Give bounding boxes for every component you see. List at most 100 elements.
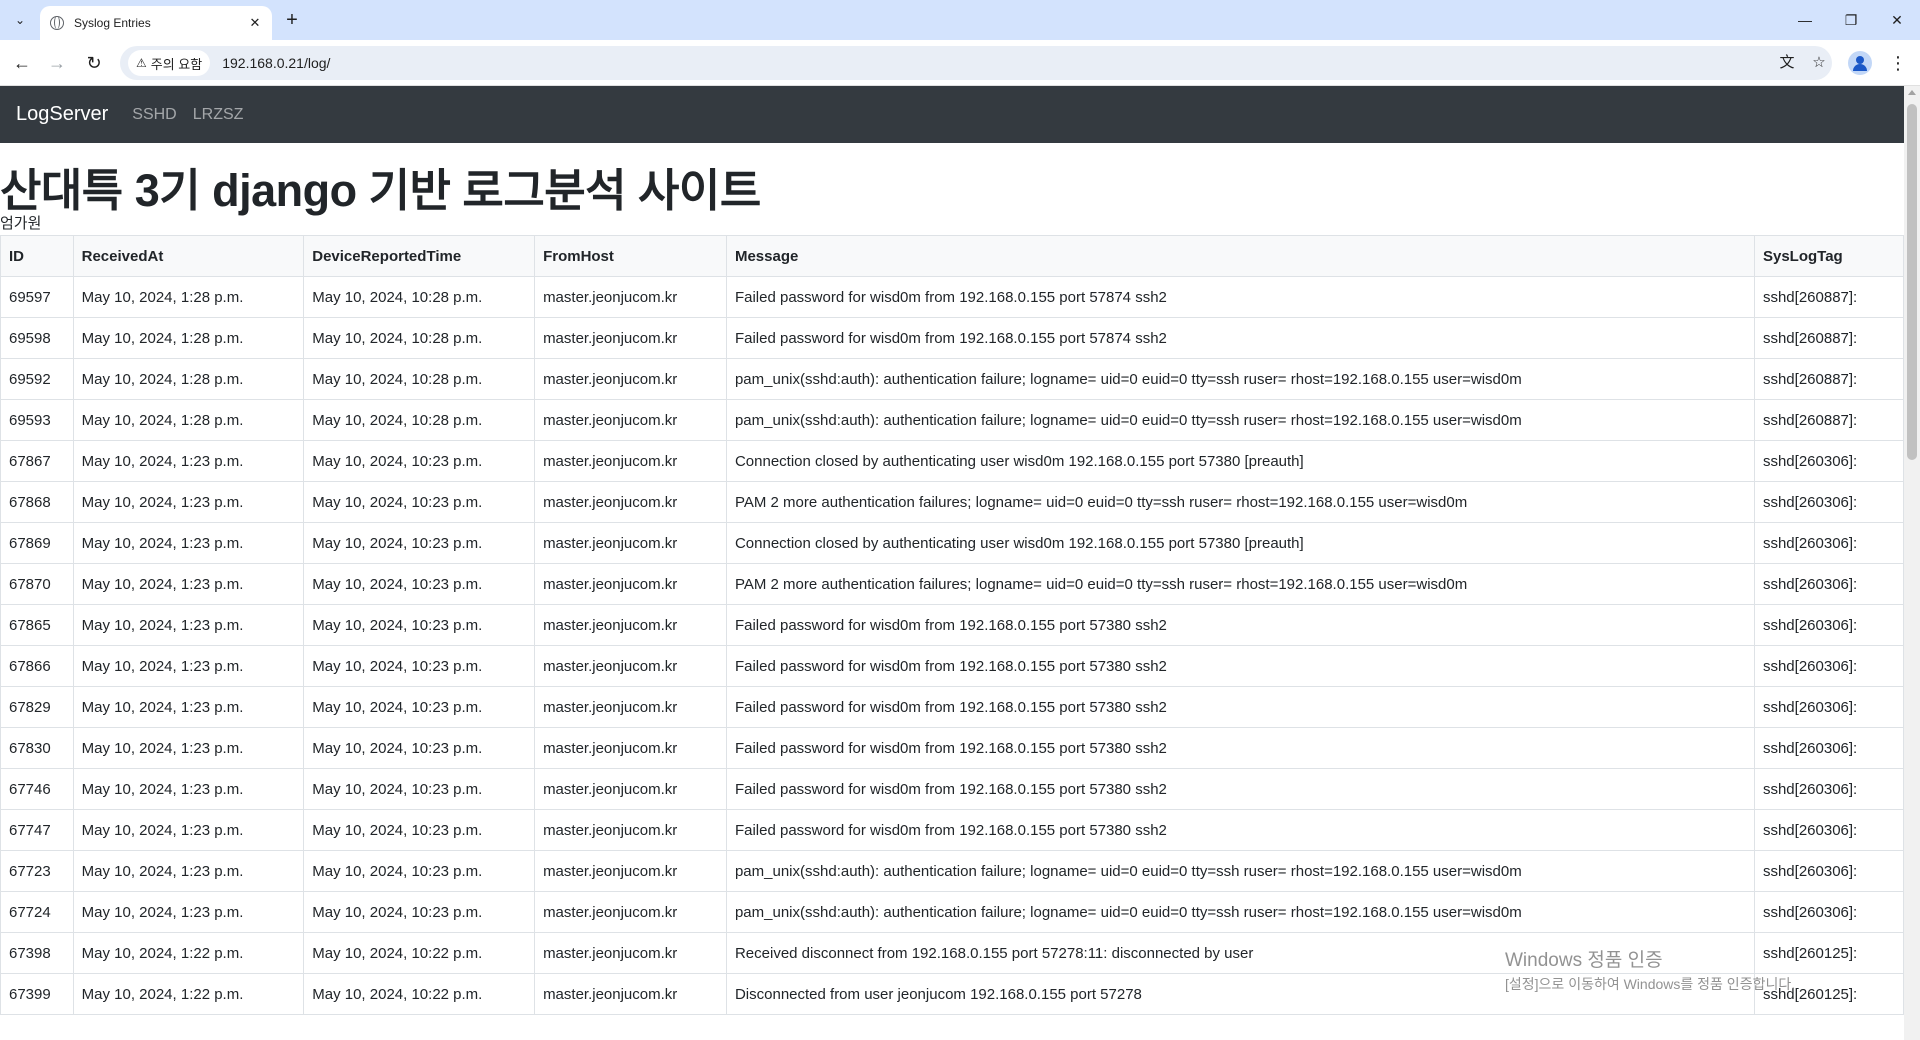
cell-syslog-tag: sshd[260306]: — [1753, 809, 1904, 851]
cell-syslog-tag: sshd[260306]: — [1753, 768, 1904, 810]
cell-received-at: May 10, 2024, 1:23 p.m. — [72, 850, 305, 892]
cell-received-at: May 10, 2024, 1:23 p.m. — [72, 563, 305, 605]
column-header-syslog-tag: SysLogTag — [1753, 235, 1904, 277]
nav-link-lrzsz[interactable]: LRZSZ — [193, 106, 244, 124]
cell-syslog-tag: sshd[260887]: — [1753, 317, 1904, 359]
browser-tabstrip: ⌄ Syslog Entries ✕ + — ❐ ✕ — [0, 0, 1920, 40]
cell-from-host: master.jeonjucom.kr — [534, 440, 727, 482]
warning-triangle-icon: ⚠ — [136, 56, 147, 70]
table-row: 67746 May 10, 2024, 1:23 p.m. May 10, 2024… — [0, 768, 1904, 810]
table-row: 67867 May 10, 2024, 1:23 p.m. May 10, 2024… — [0, 440, 1904, 482]
table-row: 67830 May 10, 2024, 1:23 p.m. May 10, 2024… — [0, 727, 1904, 769]
cell-syslog-tag: sshd[260306]: — [1753, 522, 1904, 564]
scrollbar-thumb[interactable] — [1907, 104, 1917, 460]
page-viewport: LogServer SSHD LRZSZ 산대특 3기 django 기반 로그… — [0, 86, 1904, 1040]
cell-device-reported-time: May 10, 2024, 10:23 p.m. — [303, 850, 536, 892]
cell-syslog-tag: sshd[260887]: — [1753, 358, 1904, 400]
cell-message: pam_unix(sshd:auth): authentication fail… — [725, 358, 1755, 400]
cell-received-at: May 10, 2024, 1:28 p.m. — [72, 358, 305, 400]
cell-from-host: master.jeonjucom.kr — [534, 891, 727, 933]
cell-id: 69598 — [0, 317, 74, 359]
cell-from-host: master.jeonjucom.kr — [534, 850, 727, 892]
address-bar[interactable]: ⚠ 주의 요함 192.168.0.21/log/ 文 ☆ — [120, 46, 1832, 80]
column-header-received-at: ReceivedAt — [72, 235, 305, 277]
cell-syslog-tag: sshd[260306]: — [1753, 645, 1904, 687]
navbar-brand[interactable]: LogServer — [16, 103, 108, 126]
cell-message: pam_unix(sshd:auth): authentication fail… — [725, 399, 1755, 441]
site-navbar: LogServer SSHD LRZSZ — [0, 86, 1904, 143]
cell-received-at: May 10, 2024, 1:28 p.m. — [72, 317, 305, 359]
table-row: 67866 May 10, 2024, 1:23 p.m. May 10, 2024… — [0, 645, 1904, 687]
cell-id: 69597 — [0, 276, 74, 318]
cell-device-reported-time: May 10, 2024, 10:23 p.m. — [303, 768, 536, 810]
cell-id: 67866 — [0, 645, 74, 687]
cell-from-host: master.jeonjucom.kr — [534, 358, 727, 400]
tab-search-chevron-icon[interactable]: ⌄ — [8, 8, 32, 32]
browser-tab-active[interactable]: Syslog Entries ✕ — [40, 6, 272, 40]
cell-syslog-tag: sshd[260306]: — [1753, 563, 1904, 605]
cell-device-reported-time: May 10, 2024, 10:23 p.m. — [303, 563, 536, 605]
cell-message: Failed password for wisd0m from 192.168.… — [725, 727, 1755, 769]
cell-syslog-tag: sshd[260887]: — [1753, 276, 1904, 318]
cell-id: 67829 — [0, 686, 74, 728]
cell-device-reported-time: May 10, 2024, 10:23 p.m. — [303, 891, 536, 933]
cell-device-reported-time: May 10, 2024, 10:23 p.m. — [303, 481, 536, 523]
tab-close-icon[interactable]: ✕ — [246, 14, 264, 32]
window-close-icon[interactable]: ✕ — [1874, 0, 1920, 40]
url-text[interactable]: 192.168.0.21/log/ — [222, 55, 330, 71]
cell-from-host: master.jeonjucom.kr — [534, 809, 727, 851]
cell-device-reported-time: May 10, 2024, 10:28 p.m. — [303, 399, 536, 441]
forward-arrow-icon[interactable]: → — [43, 49, 71, 77]
page-scrollbar[interactable] — [1904, 86, 1920, 1040]
scroll-up-arrow-icon[interactable] — [1908, 90, 1916, 95]
table-row: 67723 May 10, 2024, 1:23 p.m. May 10, 2024… — [0, 850, 1904, 892]
security-label: 주의 요함 — [150, 56, 203, 72]
cell-received-at: May 10, 2024, 1:28 p.m. — [72, 276, 305, 318]
cell-device-reported-time: May 10, 2024, 10:23 p.m. — [303, 645, 536, 687]
bookmark-star-icon[interactable]: ☆ — [1808, 52, 1830, 74]
cell-id: 67869 — [0, 522, 74, 564]
cell-message: Failed password for wisd0m from 192.168.… — [725, 645, 1755, 687]
cell-message: Failed password for wisd0m from 192.168.… — [725, 276, 1755, 318]
cell-syslog-tag: sshd[260306]: — [1753, 440, 1904, 482]
cell-id: 69593 — [0, 399, 74, 441]
browser-toolbar: ← → ↻ ⚠ 주의 요함 192.168.0.21/log/ 文 ☆ ⋮ — [0, 40, 1920, 86]
cell-from-host: master.jeonjucom.kr — [534, 317, 727, 359]
cell-from-host: master.jeonjucom.kr — [534, 768, 727, 810]
cell-from-host: master.jeonjucom.kr — [534, 645, 727, 687]
cell-from-host: master.jeonjucom.kr — [534, 604, 727, 646]
restore-icon[interactable]: ❐ — [1828, 0, 1874, 40]
table-row: 69597 May 10, 2024, 1:28 p.m. May 10, 2024… — [0, 276, 1904, 318]
cell-received-at: May 10, 2024, 1:23 p.m. — [72, 440, 305, 482]
cell-device-reported-time: May 10, 2024, 10:23 p.m. — [303, 440, 536, 482]
back-arrow-icon[interactable]: ← — [8, 49, 36, 77]
cell-message: Connection closed by authenticating user… — [725, 522, 1755, 564]
profile-avatar-icon[interactable] — [1848, 51, 1872, 75]
security-warning-chip[interactable]: ⚠ 주의 요함 — [128, 50, 211, 76]
cell-message: Failed password for wisd0m from 192.168.… — [725, 604, 1755, 646]
cell-received-at: May 10, 2024, 1:22 p.m. — [72, 973, 305, 1015]
table-row: 67399 May 10, 2024, 1:22 p.m. May 10, 2024… — [0, 973, 1904, 1015]
cell-from-host: master.jeonjucom.kr — [534, 563, 727, 605]
cell-received-at: May 10, 2024, 1:23 p.m. — [72, 604, 305, 646]
cell-id: 67865 — [0, 604, 74, 646]
cell-device-reported-time: May 10, 2024, 10:28 p.m. — [303, 317, 536, 359]
cell-message: PAM 2 more authentication failures; logn… — [725, 481, 1755, 523]
table-row: 67868 May 10, 2024, 1:23 p.m. May 10, 2024… — [0, 481, 1904, 523]
translate-icon[interactable]: 文 — [1776, 52, 1798, 74]
table-row: 67870 May 10, 2024, 1:23 p.m. May 10, 2024… — [0, 563, 1904, 605]
reload-icon[interactable]: ↻ — [80, 49, 108, 77]
cell-syslog-tag: sshd[260887]: — [1753, 399, 1904, 441]
minimize-icon[interactable]: — — [1782, 0, 1828, 40]
nav-link-sshd[interactable]: SSHD — [132, 106, 176, 124]
cell-id: 67747 — [0, 809, 74, 851]
browser-menu-icon[interactable]: ⋮ — [1886, 49, 1910, 77]
table-row: 67865 May 10, 2024, 1:23 p.m. May 10, 2024… — [0, 604, 1904, 646]
cell-received-at: May 10, 2024, 1:22 p.m. — [72, 932, 305, 974]
cell-id: 67867 — [0, 440, 74, 482]
table-row: 67398 May 10, 2024, 1:22 p.m. May 10, 2024… — [0, 932, 1904, 974]
new-tab-plus-icon[interactable]: + — [280, 9, 304, 33]
cell-syslog-tag: sshd[260125]: — [1753, 973, 1904, 1015]
cell-device-reported-time: May 10, 2024, 10:23 p.m. — [303, 522, 536, 564]
cell-syslog-tag: sshd[260125]: — [1753, 932, 1904, 974]
